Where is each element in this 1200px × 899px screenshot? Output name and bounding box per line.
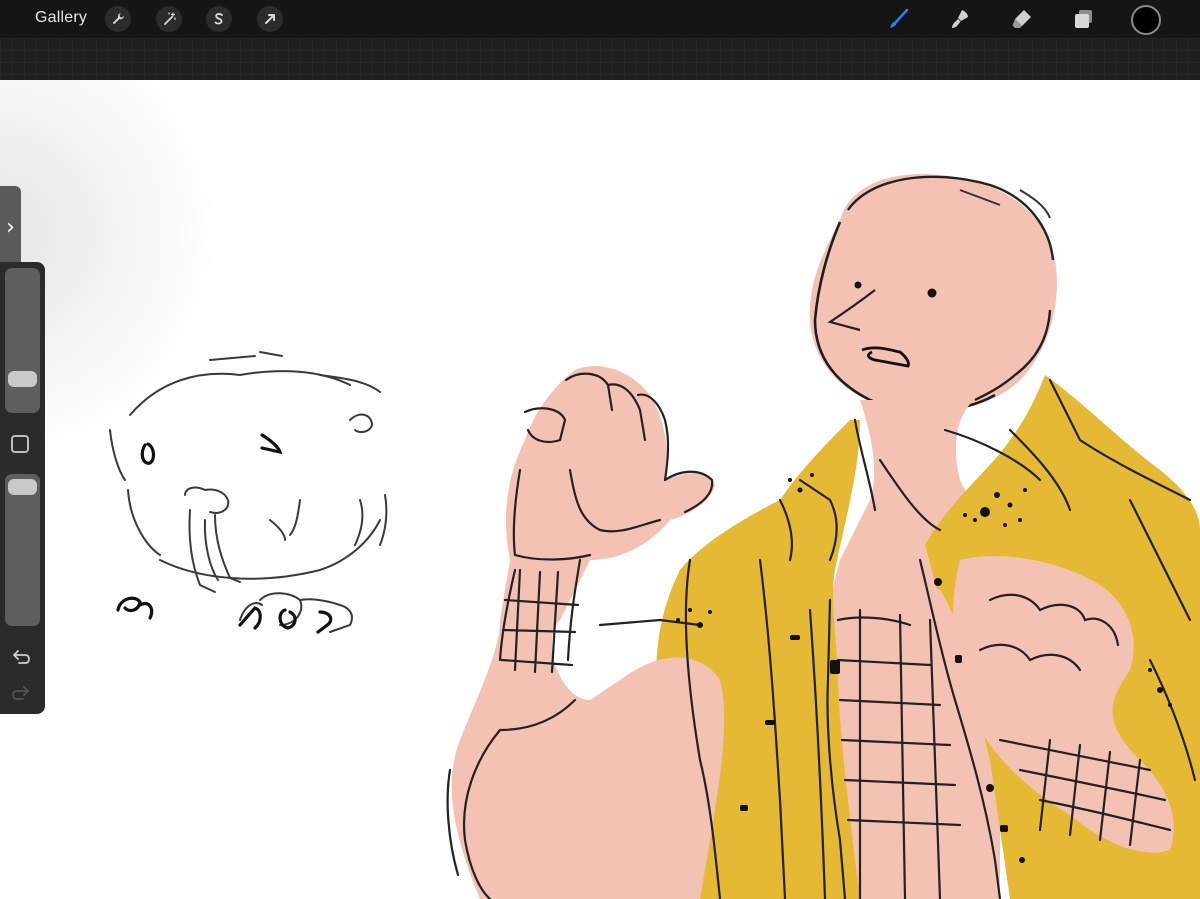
undo-icon <box>13 650 30 664</box>
opacity-thumb[interactable] <box>8 479 37 495</box>
layers-button[interactable] <box>1071 6 1097 32</box>
creature-dark-strokes <box>116 433 333 634</box>
brush-size-slider[interactable] <box>5 268 40 413</box>
gallery-button[interactable]: Gallery <box>35 9 87 27</box>
canvas-margin-grid <box>0 38 1200 80</box>
magic-wand-icon <box>164 12 176 25</box>
undo-button[interactable] <box>9 646 33 666</box>
actions-button[interactable] <box>105 6 131 32</box>
redo-icon <box>12 686 29 700</box>
selection-s-icon <box>214 13 223 25</box>
drawing-canvas[interactable] <box>0 80 1200 899</box>
brush-icon <box>890 8 909 28</box>
smudge-tool-button[interactable] <box>947 6 973 32</box>
layers-icon <box>1075 10 1092 28</box>
selection-button[interactable] <box>206 6 232 32</box>
top-toolbar: Gallery <box>0 0 1200 38</box>
wrench-icon <box>112 13 124 25</box>
left-sidebar <box>0 262 45 714</box>
creature-sketch <box>109 351 388 633</box>
artwork <box>109 174 1200 899</box>
brush-size-thumb[interactable] <box>8 371 37 387</box>
transform-button[interactable] <box>257 6 283 32</box>
eraser-icon <box>1012 10 1031 28</box>
chevron-right-icon: › <box>6 214 15 240</box>
color-picker-swatch[interactable] <box>1131 5 1161 35</box>
eraser-tool-button[interactable] <box>1009 6 1035 32</box>
modify-button[interactable] <box>11 435 29 453</box>
arrow-cursor-icon <box>265 14 275 24</box>
smudge-icon <box>952 10 968 28</box>
brush-tool-button[interactable] <box>886 6 912 32</box>
adjustments-button[interactable] <box>156 6 182 32</box>
redo-button[interactable] <box>9 682 33 702</box>
opacity-slider[interactable] <box>5 474 40 626</box>
sidebar-collapse-tab[interactable]: › <box>0 186 21 268</box>
